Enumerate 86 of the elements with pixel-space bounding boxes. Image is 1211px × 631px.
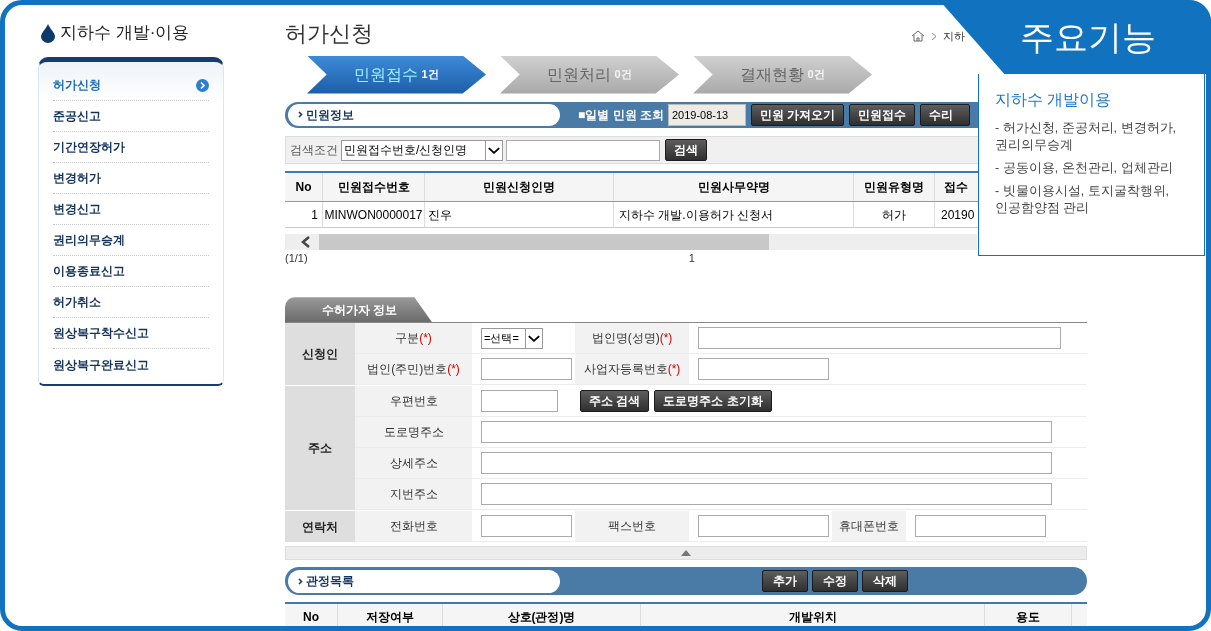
water-drop-icon [41, 23, 55, 43]
collapse-bar[interactable] [285, 546, 1087, 561]
group-label: 신청인 [285, 323, 355, 386]
column-header: 용도 [985, 603, 1072, 631]
field-label: 법인(주민)번호(*) [355, 354, 472, 385]
column-header: 민원사무약명 [614, 173, 854, 202]
sidebar-item[interactable]: 준공신고 [53, 101, 209, 132]
field-label: 지번주소 [355, 479, 472, 510]
field-label: 사업자등록번호(*) [575, 354, 689, 385]
sidebar-item[interactable]: 허가취소 [53, 287, 209, 318]
column-header: 민원접수번호 [323, 173, 425, 202]
feature-title: 지하수 개발이용 [995, 90, 1113, 110]
input-field[interactable] [698, 358, 829, 381]
select-field[interactable]: =선택= [481, 327, 543, 349]
sidebar-item[interactable]: 이용종료신고 [53, 256, 209, 287]
action-button[interactable]: 도로명주소 초기화 [654, 390, 772, 413]
chevron-right-icon [931, 31, 937, 41]
column-header: 개발위치 [641, 603, 985, 631]
search-select[interactable]: 민원접수번호/신청인명 [341, 139, 503, 161]
input-field[interactable] [481, 515, 572, 538]
sidebar-item[interactable]: 권리의무승계 [53, 225, 209, 256]
action-button[interactable]: 민원 가져오기 [750, 103, 845, 126]
sidebar-item[interactable]: 변경신고 [53, 194, 209, 225]
feature-item: - 허가신청, 준공처리, 변경허가, 권리의무승계 [995, 120, 1177, 154]
table-cell: 지하수 개발.이용허가 신청서 [614, 202, 854, 228]
input-field[interactable] [481, 452, 1052, 475]
arrow-circle-icon [196, 78, 209, 92]
caret-up-icon [681, 550, 691, 557]
column-header: 민원신청인명 [425, 173, 614, 202]
table-cell: MINWON0000017 [323, 202, 425, 228]
search-label: 검색조건 [290, 142, 338, 160]
field-label: 전화번호 [355, 511, 472, 542]
field-label: 구분(*) [355, 323, 472, 354]
page-number[interactable]: 1 [688, 250, 695, 265]
search-button[interactable]: 검색 [665, 139, 707, 162]
chevron-down-icon [485, 140, 502, 160]
table-cell: 1 [285, 202, 323, 228]
sidebar-title: 지하수 개발·이용 [60, 22, 190, 45]
step-tab[interactable]: 민원접수 1건 [307, 55, 486, 94]
action-button[interactable]: 민원접수 [849, 103, 916, 126]
search-field[interactable] [506, 139, 660, 161]
column-header: 민원유형명 [854, 173, 935, 202]
chevron-right-icon [298, 111, 303, 119]
input-field[interactable] [481, 421, 1052, 444]
input-field[interactable] [481, 483, 1052, 506]
group-label: 주소 [285, 386, 355, 511]
group-label: 연락처 [285, 511, 355, 543]
column-header: 상호(관정)명 [443, 603, 641, 631]
sidebar-item[interactable]: 기간연장허가 [53, 132, 209, 163]
date-field[interactable]: 2019-08-13 [667, 103, 746, 126]
chevron-down-icon [525, 328, 542, 348]
breadcrumb-item[interactable]: 지하 [943, 28, 965, 45]
page-count: (1/1) [285, 251, 308, 265]
column-header: No [285, 173, 323, 202]
section-title: 민원정보 [288, 103, 560, 126]
field-label: 상세주소 [355, 448, 472, 479]
page-title: 허가신청 [285, 22, 373, 45]
action-button[interactable]: 삭제 [862, 570, 908, 592]
field-label: 휴대폰번호 [832, 511, 906, 542]
action-button[interactable]: 수리 [920, 103, 971, 126]
chevron-right-icon [298, 577, 303, 585]
daily-lookup-label: ■일별 민원 조회 [578, 106, 664, 124]
input-field[interactable] [698, 327, 1061, 350]
section-title: 관정목록 [288, 569, 560, 593]
sidebar-item[interactable]: 허가신청 [53, 70, 209, 101]
action-button[interactable]: 주소 검색 [580, 390, 650, 413]
horizontal-scrollbar[interactable] [285, 234, 977, 251]
input-field[interactable] [698, 515, 829, 538]
table-cell: 진우 [425, 202, 614, 228]
section-tab[interactable]: 수허가자 정보 [285, 297, 432, 323]
input-field[interactable] [481, 390, 558, 413]
field-label: 우편번호 [355, 386, 472, 417]
column-header: No [285, 603, 338, 631]
input-field[interactable] [481, 358, 572, 381]
field-label: 법인명(성명)(*) [575, 323, 689, 354]
sidebar-item[interactable]: 원상복구완료신고 [53, 349, 209, 380]
field-label: 도로명주소 [355, 417, 472, 448]
sidebar-item[interactable]: 원상복구착수신고 [53, 318, 209, 349]
home-icon[interactable] [911, 30, 925, 43]
table-cell: 허가 [854, 202, 935, 228]
sidebar-item[interactable]: 변경허가 [53, 163, 209, 194]
action-button[interactable]: 수정 [812, 570, 858, 592]
column-header: 저장여부 [338, 603, 443, 631]
input-field[interactable] [915, 515, 1046, 538]
field-label: 팩스번호 [575, 511, 689, 542]
action-button[interactable]: 추가 [762, 570, 808, 592]
